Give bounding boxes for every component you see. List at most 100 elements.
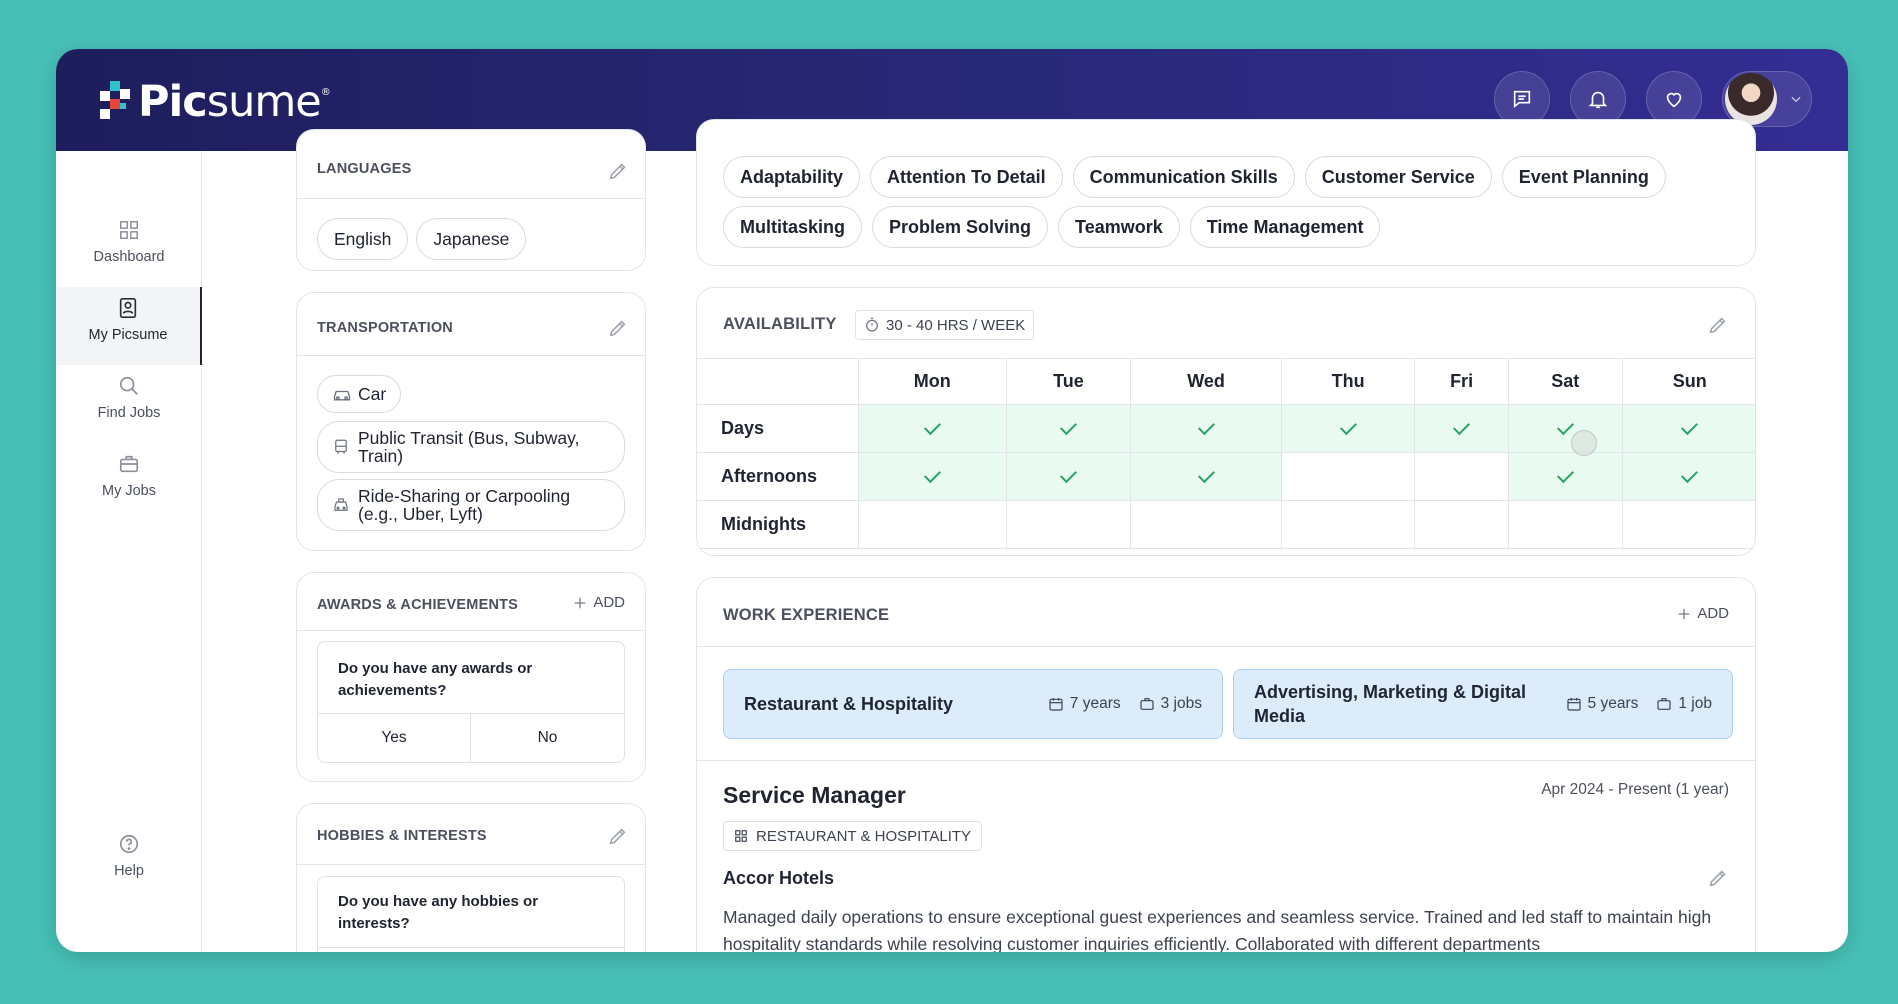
hours-badge: 30 - 40 HRS / WEEK <box>855 310 1035 340</box>
sidebar-item-label: My Jobs <box>102 483 156 499</box>
plus-icon <box>1679 608 1690 619</box>
availability-cell[interactable] <box>1281 452 1416 501</box>
logo-text: Picsume® <box>138 77 331 127</box>
search-icon <box>119 376 138 395</box>
job-description: Managed daily operations to ensure excep… <box>723 907 1712 952</box>
sidebar-item-label: Dashboard <box>93 249 165 265</box>
day-header: Sun <box>1621 358 1755 405</box>
availability-cell[interactable] <box>1006 404 1131 453</box>
language-chip: Japanese <box>416 218 527 260</box>
availability-row-label: Afternoons <box>697 452 859 501</box>
day-header: Mon <box>857 358 1008 405</box>
add-work-button[interactable]: ADD <box>1677 605 1729 622</box>
sidebar: Dashboard My Picsume Find Jobs My Jobs H… <box>56 151 202 952</box>
category-advertising-marketing[interactable]: Advertising, Marketing & Digital Media 5… <box>1233 669 1733 739</box>
sidebar-item-my-picsume[interactable]: My Picsume <box>56 287 202 365</box>
hobbies-question: Do you have any hobbies or interests? <box>338 893 539 932</box>
awards-question: Do you have any awards or achievements? <box>338 660 533 699</box>
sidebar-item-find-jobs[interactable]: Find Jobs <box>56 365 202 443</box>
picsume-logo[interactable]: Picsume® <box>100 77 331 127</box>
day-header: Tue <box>1006 358 1131 405</box>
grid-icon <box>120 221 138 239</box>
availability-cell[interactable] <box>1129 452 1283 501</box>
edit-transportation-icon[interactable] <box>607 317 629 339</box>
sidebar-item-help[interactable]: Help <box>56 823 202 901</box>
edit-availability-icon[interactable] <box>1707 314 1729 336</box>
availability-cell[interactable] <box>1281 500 1416 549</box>
edit-job-icon[interactable] <box>1707 867 1729 889</box>
availability-cell[interactable] <box>1621 404 1755 453</box>
sidebar-item-label: Find Jobs <box>97 405 161 421</box>
bell-icon <box>1588 91 1608 109</box>
plus-icon <box>575 597 586 608</box>
category-restaurant-hospitality[interactable]: Restaurant & Hospitality 7 years 3 jobs <box>723 669 1223 739</box>
avatar <box>1725 73 1777 125</box>
availability-row: Days <box>697 404 1755 453</box>
language-chip: English <box>317 218 409 260</box>
transport-chip-public-transit: Public Transit (Bus, Subway, Train) <box>317 421 625 473</box>
availability-row: Midnights <box>697 500 1755 549</box>
availability-cell[interactable] <box>857 404 1008 453</box>
job-dates: Apr 2024 - Present (1 year) <box>1541 781 1729 798</box>
job-title: Service Manager <box>723 782 906 808</box>
availability-cell[interactable] <box>1414 404 1510 453</box>
availability-title: AVAILABILITY <box>723 315 837 333</box>
sidebar-item-dashboard[interactable]: Dashboard <box>56 209 202 287</box>
availability-card: AVAILABILITY 30 - 40 HRS / WEEK Mon Tue … <box>696 287 1756 556</box>
availability-cell[interactable] <box>1621 452 1755 501</box>
add-award-button[interactable]: ADD <box>573 594 625 611</box>
availability-row-label: Midnights <box>697 500 859 549</box>
awards-no-button[interactable]: No <box>471 714 624 762</box>
languages-card: LANGUAGES English Japanese <box>296 129 646 271</box>
skill-chip: Time Management <box>1189 206 1381 248</box>
transport-chip-car: Car <box>317 375 402 413</box>
skill-chip: Communication Skills <box>1072 156 1295 198</box>
availability-cell[interactable] <box>1621 500 1755 549</box>
availability-cell[interactable] <box>857 452 1008 501</box>
skill-chip: Problem Solving <box>872 206 1049 248</box>
check-icon <box>1681 418 1699 436</box>
awards-question-box: Do you have any awards or achievements? … <box>317 641 625 763</box>
availability-cell[interactable] <box>1006 452 1131 501</box>
check-icon <box>1059 466 1077 484</box>
taxi-icon <box>334 498 348 511</box>
check-icon <box>923 466 941 484</box>
edit-languages-icon[interactable] <box>607 160 629 182</box>
availability-table: Mon Tue Wed Thu Fri Sat Sun Days Afternoo… <box>697 358 1755 549</box>
briefcase-icon <box>1657 698 1671 710</box>
availability-cell[interactable] <box>857 500 1008 549</box>
check-icon <box>923 418 941 436</box>
day-header: Sat <box>1508 358 1623 405</box>
grid-icon <box>735 830 747 842</box>
edit-hobbies-icon[interactable] <box>607 825 629 847</box>
availability-cell[interactable] <box>1508 500 1623 549</box>
day-header: Fri <box>1414 358 1510 405</box>
job-category-badge: RESTAURANT & HOSPITALITY <box>723 821 983 851</box>
availability-cell[interactable] <box>1508 404 1623 453</box>
check-icon <box>1197 466 1215 484</box>
category-name: Advertising, Marketing & Digital Media <box>1254 682 1527 726</box>
app-window: Picsume® Dashboard My Picsume Find Jobs … <box>56 49 1848 952</box>
sidebar-item-label: Help <box>114 863 144 879</box>
availability-row-label: Days <box>697 404 859 453</box>
awards-yes-button[interactable]: Yes <box>318 714 471 762</box>
sidebar-item-my-jobs[interactable]: My Jobs <box>56 443 202 521</box>
hobbies-title: HOBBIES & INTERESTS <box>317 828 487 844</box>
calendar-icon <box>1049 698 1063 711</box>
skill-chip: Multitasking <box>723 206 863 248</box>
category-name: Restaurant & Hospitality <box>744 694 954 714</box>
awards-title: AWARDS & ACHIEVEMENTS <box>317 597 519 613</box>
availability-cell[interactable] <box>1414 452 1510 501</box>
check-icon <box>1197 418 1215 436</box>
availability-cell[interactable] <box>1006 500 1131 549</box>
availability-cell[interactable] <box>1129 500 1283 549</box>
day-header: Wed <box>1129 358 1283 405</box>
calendar-icon <box>1566 698 1581 711</box>
availability-cell[interactable] <box>1508 452 1623 501</box>
check-icon <box>1556 418 1574 436</box>
availability-cell[interactable] <box>1414 500 1510 549</box>
availability-cell[interactable] <box>1129 404 1283 453</box>
check-icon <box>1681 466 1699 484</box>
company-name: Accor Hotels <box>723 868 835 888</box>
availability-cell[interactable] <box>1281 404 1416 453</box>
